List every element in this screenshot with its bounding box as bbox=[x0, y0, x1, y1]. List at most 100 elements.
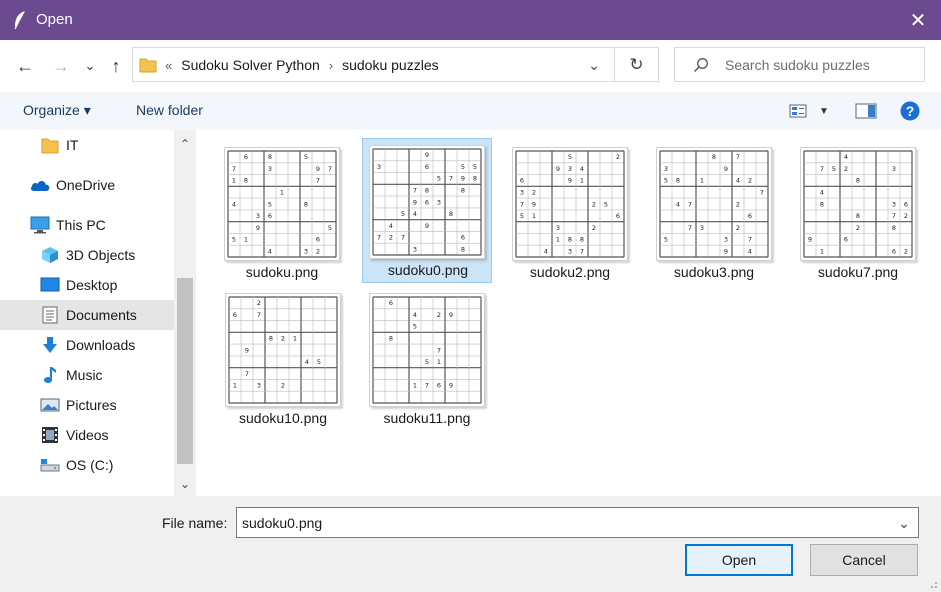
sudoku-digit: 9 bbox=[724, 247, 728, 255]
nav-item-it[interactable]: IT bbox=[0, 130, 174, 160]
breadcrumb-item-parent[interactable]: Sudoku Solver Python bbox=[181, 57, 320, 73]
sudoku-digit: 4 bbox=[736, 177, 740, 185]
sudoku-digit: 6 bbox=[425, 163, 429, 171]
sudoku-digit: 7 bbox=[413, 187, 417, 195]
forward-button[interactable]: → bbox=[48, 52, 74, 80]
sudoku-digit: 4 bbox=[580, 165, 584, 173]
close-icon: ✕ bbox=[909, 9, 927, 32]
nav-item-label: This PC bbox=[56, 217, 106, 233]
sudoku-digit: 9 bbox=[256, 224, 260, 232]
sudoku-digit: 7 bbox=[245, 370, 249, 378]
file-thumbnail: 8739581427472673253794 bbox=[656, 147, 772, 261]
sudoku-digit: 2 bbox=[736, 224, 740, 232]
overflow-chevron-icon[interactable]: « bbox=[165, 58, 172, 73]
nav-item-desktop[interactable]: Desktop bbox=[0, 270, 174, 300]
close-button[interactable]: ✕ bbox=[895, 0, 941, 40]
sudoku-digit: 4 bbox=[232, 200, 236, 208]
sudoku-digit: 4 bbox=[389, 222, 393, 230]
sudoku-digit: 7 bbox=[760, 189, 764, 197]
open-button[interactable]: Open bbox=[685, 544, 793, 576]
sudoku-digit: 1 bbox=[437, 358, 441, 366]
chevron-down-icon: ⌄ bbox=[588, 56, 600, 73]
file-list: 685739718714583695516432 sudoku.png 9365… bbox=[196, 130, 941, 496]
drive-icon bbox=[40, 455, 60, 475]
breadcrumb-separator-icon[interactable]: › bbox=[329, 58, 333, 73]
scroll-down-button[interactable]: ⌄ bbox=[174, 474, 196, 494]
change-view-icon[interactable] bbox=[789, 103, 807, 119]
cancel-button[interactable]: Cancel bbox=[810, 544, 918, 576]
nav-item-label: Pictures bbox=[66, 397, 117, 413]
file-item[interactable]: 5293469132792551632188437 sudoku2.png bbox=[505, 140, 635, 285]
chevron-down-icon[interactable]: ⌄ bbox=[894, 513, 914, 533]
file-item[interactable]: 47523848368722896162 sudoku7.png bbox=[793, 140, 923, 285]
scrollbar-thumb[interactable] bbox=[177, 278, 193, 464]
sudoku-grid-image: 47 5 2 3848 3 68 7 22 89 61 6 2 bbox=[803, 150, 913, 258]
up-arrow-icon: ↑ bbox=[111, 55, 121, 76]
search-icon bbox=[693, 58, 708, 73]
sudoku-digit: 5 bbox=[473, 163, 477, 171]
file-item[interactable]: 2678219457132 sudoku10.png bbox=[218, 286, 348, 431]
folder-icon bbox=[40, 135, 60, 155]
resize-grip-icon[interactable] bbox=[928, 579, 938, 589]
sudoku-digit: 2 bbox=[844, 165, 848, 173]
nav-item-documents[interactable]: Documents bbox=[0, 300, 174, 330]
nav-item-label: Documents bbox=[66, 307, 137, 323]
nav-item-label: Music bbox=[66, 367, 103, 383]
help-icon[interactable]: ? bbox=[900, 101, 920, 121]
back-button[interactable]: ← bbox=[12, 52, 38, 80]
nav-item-this-pc[interactable]: This PC bbox=[0, 210, 174, 240]
file-thumbnail: 685739718714583695516432 bbox=[224, 147, 340, 261]
sudoku-digit: 5 bbox=[413, 323, 417, 331]
nav-scrollbar[interactable]: ⌃ ⌄ bbox=[174, 130, 196, 496]
file-item[interactable]: 6429587511769 sudoku11.png bbox=[362, 286, 492, 431]
file-item[interactable]: 685739718714583695516432 sudoku.png bbox=[217, 140, 347, 285]
nav-item-os-c[interactable]: OS (C:) bbox=[0, 450, 174, 480]
search-input[interactable]: Search sudoku puzzles bbox=[725, 57, 870, 73]
view-options-dropdown[interactable]: ▼ bbox=[816, 102, 832, 120]
sudoku-digit: 7 bbox=[328, 165, 332, 173]
sudoku-digit: 4 bbox=[544, 247, 548, 255]
sudoku-digit: 5 bbox=[401, 210, 405, 218]
up-button[interactable]: ↑ bbox=[103, 52, 129, 80]
recent-locations-button[interactable]: ⌄ bbox=[80, 52, 100, 80]
nav-item-pictures[interactable]: Pictures bbox=[0, 390, 174, 420]
sudoku-digit: 5 bbox=[664, 236, 668, 244]
sudoku-digit: 8 bbox=[473, 175, 477, 183]
sudoku-digit: 3 bbox=[437, 198, 441, 206]
nav-item-videos[interactable]: Videos bbox=[0, 420, 174, 450]
file-thumbnail: 2678219457132 bbox=[225, 293, 341, 407]
file-name-input[interactable]: sudoku0.png ⌄ bbox=[236, 507, 919, 538]
sudoku-digit: 8 bbox=[676, 177, 680, 185]
address-bar[interactable]: « Sudoku Solver Python › sudoku puzzles … bbox=[132, 47, 659, 82]
sudoku-digit: 5 bbox=[425, 358, 429, 366]
nav-item-downloads[interactable]: Downloads bbox=[0, 330, 174, 360]
preview-pane-icon[interactable] bbox=[855, 102, 877, 120]
nav-item-music[interactable]: Music bbox=[0, 360, 174, 390]
file-item-selected[interactable]: 93655579878896354849727638 sudoku0.png bbox=[362, 138, 492, 283]
sudoku-digit: 2 bbox=[904, 247, 908, 255]
sudoku-digit: 7 bbox=[688, 200, 692, 208]
sudoku-digit: 8 bbox=[268, 153, 272, 161]
navigation-pane: IT OneDrive This PC 3D Objects Desktop D… bbox=[0, 130, 196, 496]
sudoku-digit: 3 bbox=[724, 236, 728, 244]
music-icon bbox=[40, 365, 60, 385]
file-name: sudoku10.png bbox=[239, 410, 327, 426]
sudoku-digit: 8 bbox=[892, 224, 896, 232]
new-folder-button[interactable]: New folder bbox=[136, 102, 203, 118]
sudoku-digit: 2 bbox=[389, 234, 393, 242]
organize-button[interactable]: Organize ▾ bbox=[23, 102, 91, 119]
file-item[interactable]: 8739581427472673253794 sudoku3.png bbox=[649, 140, 779, 285]
sudoku-digit: 5 bbox=[317, 358, 321, 366]
scroll-up-button[interactable]: ⌃ bbox=[174, 134, 196, 154]
address-dropdown-button[interactable]: ⌄ bbox=[582, 53, 606, 77]
search-box[interactable]: Search sudoku puzzles bbox=[674, 47, 925, 82]
sudoku-digit: 5 bbox=[604, 200, 608, 208]
svg-text:?: ? bbox=[906, 103, 915, 119]
nav-item-onedrive[interactable]: OneDrive bbox=[0, 170, 174, 200]
breadcrumb-item-current[interactable]: sudoku puzzles bbox=[342, 57, 439, 73]
file-name-value[interactable]: sudoku0.png bbox=[242, 515, 322, 531]
file-thumbnail: 93655579878896354849727638 bbox=[369, 145, 485, 259]
nav-item-3d-objects[interactable]: 3D Objects bbox=[0, 240, 174, 270]
refresh-button[interactable]: ↻ bbox=[614, 48, 658, 81]
sudoku-digit: 3 bbox=[520, 189, 524, 197]
